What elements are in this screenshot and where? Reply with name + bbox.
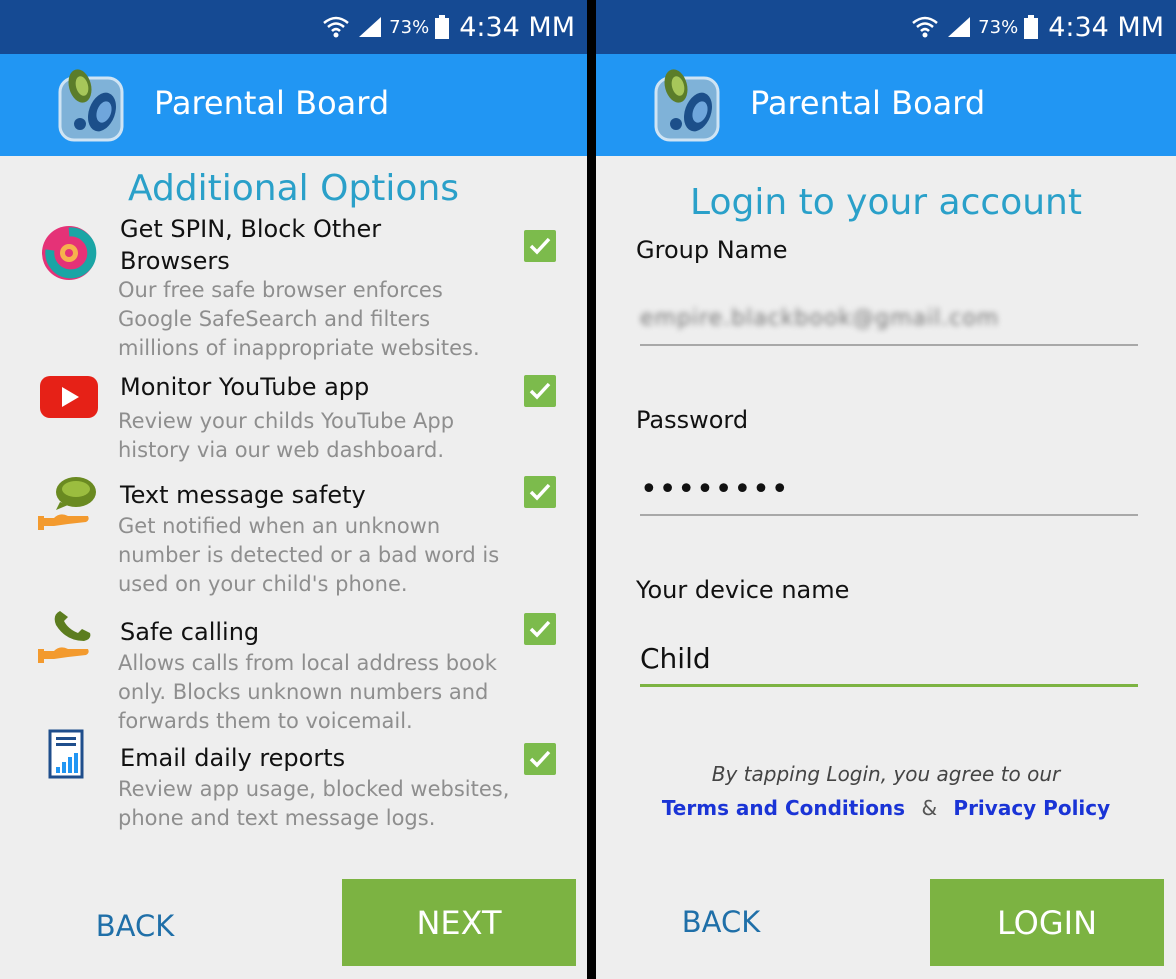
wifi-icon [912,16,938,38]
app-bar: Parental Board [596,54,1176,156]
text-safety-checkbox[interactable] [524,476,556,508]
signal-icon [359,17,382,37]
youtube-checkbox[interactable] [524,375,556,407]
app-bar: Parental Board [0,54,587,156]
clock: 4:34 MM [1048,11,1164,43]
ampersand: & [921,796,938,820]
option-description: Our free safe browser enforces [118,278,443,302]
login-screen: 73% 4:34 MM Parental Board Login to your… [596,0,1176,979]
option-description: Google SafeSearch and filters [118,307,431,331]
group-name-underline [640,344,1138,346]
message-hand-icon [38,477,96,530]
battery-icon [435,15,450,39]
device-name-label: Your device name [636,576,850,604]
legal-links: Terms and Conditions & Privacy Policy [596,796,1176,820]
options-heading: Additional Options [127,168,460,209]
agree-text: By tapping Login, you agree to our [711,762,1061,786]
back-button[interactable]: BACK [70,896,200,956]
option-description: used on your child's phone. [118,572,408,596]
option-title: Monitor YouTube app [120,373,370,401]
app-logo-icon [58,69,124,142]
login-button[interactable]: LOGIN [930,879,1164,966]
signal-icon [948,17,971,37]
login-heading: Login to your account [690,182,1082,223]
option-description: Get notified when an unknown [118,514,441,538]
report-icon [48,729,84,779]
spin-browser-icon [42,226,97,280]
checkmark-icon [529,237,551,255]
option-description: history via our web dashboard. [118,438,445,462]
app-title: Parental Board [750,84,986,122]
app-logo-icon [654,69,720,142]
checkmark-icon [529,750,551,768]
battery-icon [1024,15,1039,39]
checkmark-icon [529,483,551,501]
option-description: forwards them to voicemail. [118,709,413,733]
password-underline [640,514,1138,516]
option-title-cont: Browsers [120,247,230,275]
option-description: Allows calls from local address book [118,651,497,675]
back-button[interactable]: BACK [656,892,786,952]
option-description: Review app usage, blocked websites, [118,777,510,801]
option-title: Text message safety [120,481,366,509]
terms-link[interactable]: Terms and Conditions [662,796,905,820]
checkmark-icon [529,620,551,638]
privacy-link[interactable]: Privacy Policy [953,796,1110,820]
phone-hand-icon [38,611,91,663]
option-description: number is detected or a bad word is [118,543,500,567]
option-title: Safe calling [120,618,260,646]
option-description: millions of inappropriate websites. [118,336,480,360]
email-reports-checkbox[interactable] [524,743,556,775]
option-description: phone and text message logs. [118,806,436,830]
battery-percent: 73% [389,16,430,38]
checkmark-icon [529,382,551,400]
safe-calling-checkbox[interactable] [524,613,556,645]
battery-percent: 73% [978,16,1019,38]
status-bar: 73% 4:34 MM [596,0,1176,54]
next-button[interactable]: NEXT [342,879,576,966]
wifi-icon [323,16,349,38]
group-name-label: Group Name [636,236,788,264]
device-name-underline [640,684,1138,687]
options-screen: 73% 4:34 MM Parental Board Additional Op… [0,0,587,979]
status-bar: 73% 4:34 MM [0,0,587,54]
spin-checkbox[interactable] [524,230,556,262]
app-title: Parental Board [154,84,390,122]
youtube-icon [40,376,98,418]
device-name-input[interactable]: Child [640,642,711,675]
group-name-input[interactable]: empire.blackbook@gmail.com [640,306,999,331]
option-title: Email daily reports [120,744,346,772]
option-title: Get SPIN, Block Other [120,215,382,243]
option-description: Review your childs YouTube App [118,409,455,433]
clock: 4:34 MM [459,11,575,43]
password-input[interactable]: •••••••• [640,472,790,507]
password-label: Password [636,406,749,434]
option-description: only. Blocks unknown numbers and [118,680,489,704]
